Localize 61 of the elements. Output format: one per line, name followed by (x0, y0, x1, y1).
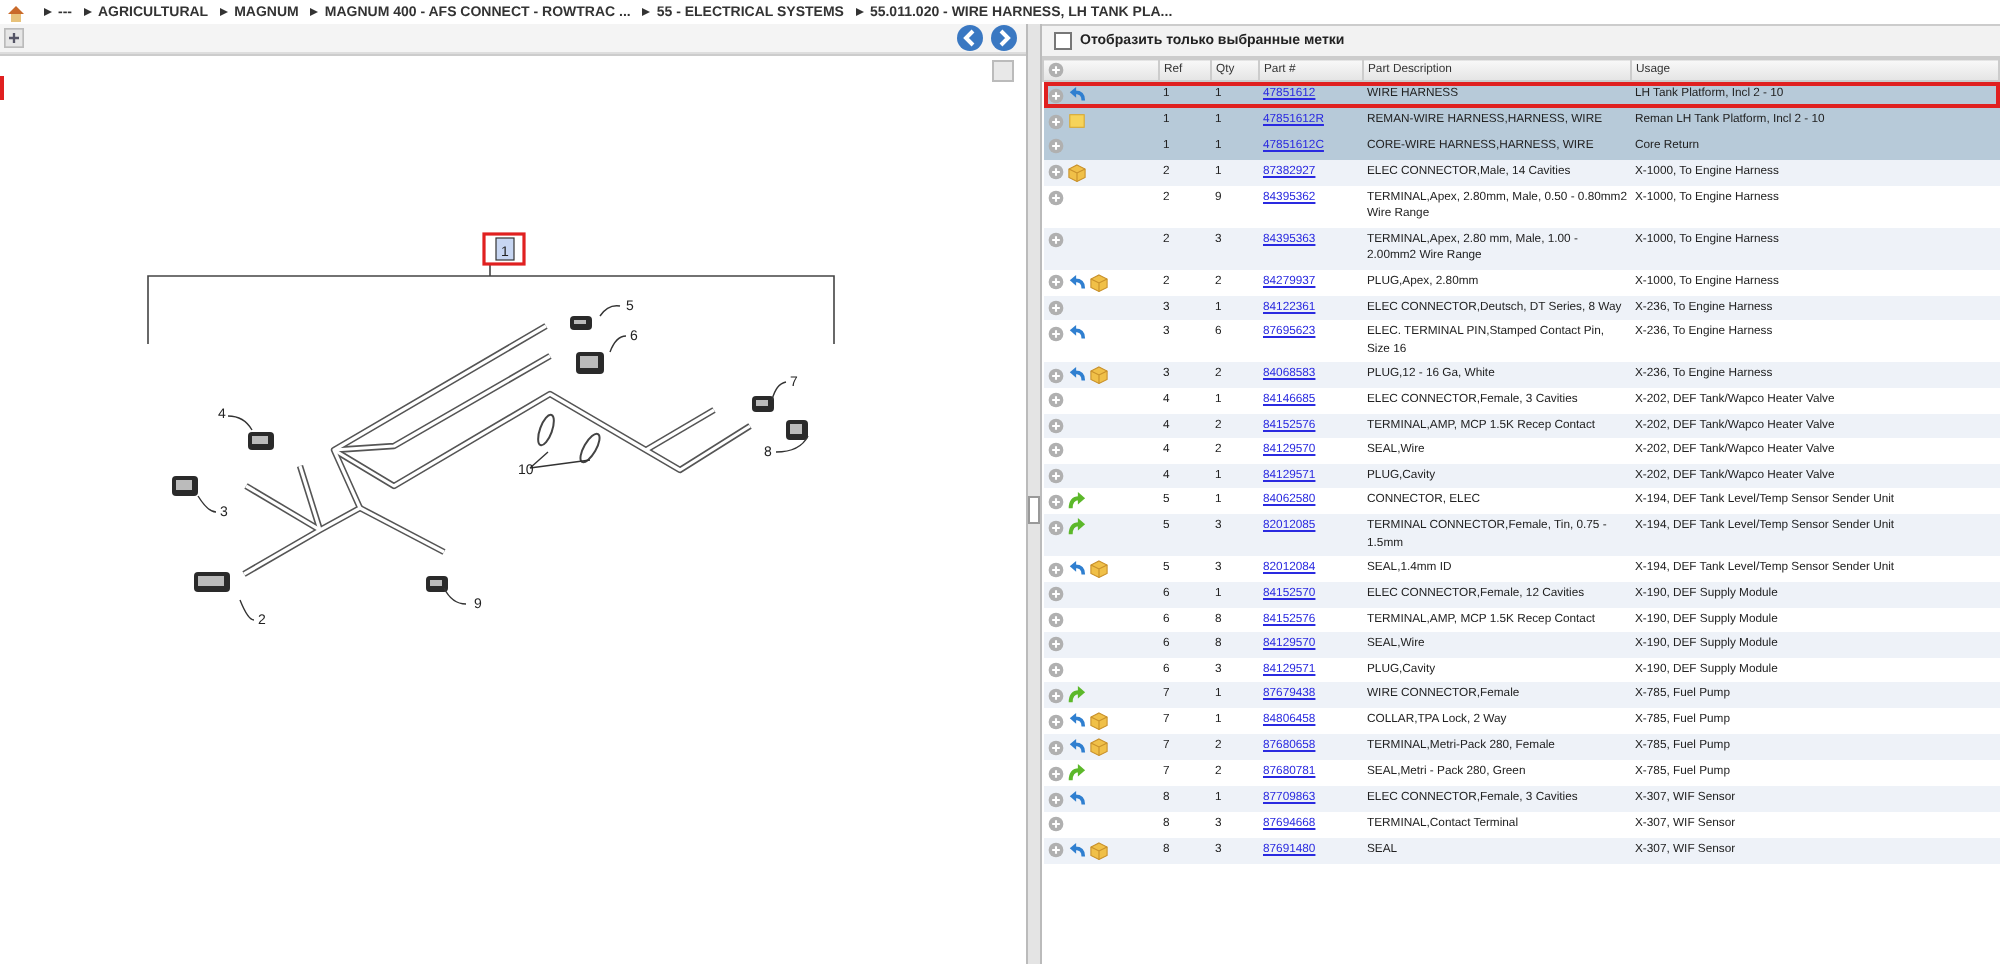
breadcrumb-arrow-icon (84, 8, 92, 16)
return-arrow-icon[interactable] (1067, 86, 1085, 104)
expand-icon[interactable] (1047, 519, 1063, 535)
expand-icon[interactable] (1047, 367, 1063, 383)
expand-icon[interactable] (1047, 791, 1063, 807)
expand-icon[interactable] (1047, 442, 1063, 458)
package-icon[interactable] (1089, 366, 1107, 384)
package-icon[interactable] (1089, 738, 1107, 756)
collapse-handle[interactable] (1028, 496, 1040, 524)
expand-icon[interactable] (1047, 661, 1063, 677)
home-icon[interactable] (6, 3, 26, 21)
note-icon[interactable] (1067, 112, 1085, 130)
selected-callout[interactable] (482, 232, 526, 266)
expand-icon[interactable] (1047, 87, 1063, 103)
return-arrow-icon[interactable] (1067, 366, 1085, 384)
expand-icon[interactable] (1047, 325, 1063, 341)
return-arrow-icon[interactable] (1067, 790, 1085, 808)
breadcrumb-arrow-icon (220, 8, 229, 16)
expand-icon[interactable] (1047, 561, 1063, 577)
expand-icon[interactable] (1047, 493, 1063, 509)
expand-icon[interactable] (1047, 739, 1063, 755)
return-arrow-icon[interactable] (1067, 273, 1085, 291)
fit-view-icon[interactable] (992, 60, 1014, 82)
expand-icon[interactable] (1047, 687, 1063, 703)
position-marker (0, 76, 4, 100)
breadcrumb-arrow-icon (855, 8, 864, 16)
expand-icon[interactable] (1047, 392, 1063, 408)
package-icon[interactable] (1089, 560, 1107, 578)
back-icon[interactable] (956, 24, 984, 52)
expand-icon[interactable] (1047, 636, 1063, 652)
expand-icon[interactable] (1047, 842, 1063, 858)
checkbox[interactable] (1054, 32, 1072, 50)
expand-icon[interactable] (1047, 586, 1063, 602)
forward-arrow-icon[interactable] (1067, 764, 1085, 782)
expand-icon[interactable] (1047, 417, 1063, 433)
expand-icon[interactable] (1047, 231, 1063, 247)
return-arrow-icon[interactable] (1067, 560, 1085, 578)
package-icon[interactable] (1089, 841, 1107, 859)
expand-icon[interactable] (1047, 164, 1063, 180)
expand-icon[interactable] (1047, 274, 1063, 290)
return-arrow-icon[interactable] (1067, 324, 1085, 342)
expand-all-icon[interactable] (1048, 62, 1064, 78)
package-icon[interactable] (1067, 163, 1085, 181)
expand-icon[interactable] (1047, 713, 1063, 729)
expand-icon[interactable] (1047, 816, 1063, 832)
expand-icon[interactable] (1047, 467, 1063, 483)
breadcrumb-arrow-icon (642, 8, 651, 16)
breadcrumb-arrow-icon (44, 8, 52, 16)
expand-icon[interactable] (1047, 611, 1063, 627)
expand-icon[interactable] (1047, 138, 1063, 154)
forward-arrow-icon[interactable] (1067, 686, 1085, 704)
expand-icon[interactable] (1047, 189, 1063, 205)
expand-icon[interactable] (1047, 299, 1063, 315)
package-icon[interactable] (1089, 273, 1107, 291)
breadcrumb-arrow-icon (310, 8, 319, 16)
forward-icon[interactable] (990, 24, 1018, 52)
zoom-in-icon[interactable] (4, 28, 24, 48)
return-arrow-icon[interactable] (1067, 841, 1085, 859)
expand-icon[interactable] (1047, 113, 1063, 129)
package-icon[interactable] (1089, 712, 1107, 730)
expand-icon[interactable] (1047, 765, 1063, 781)
